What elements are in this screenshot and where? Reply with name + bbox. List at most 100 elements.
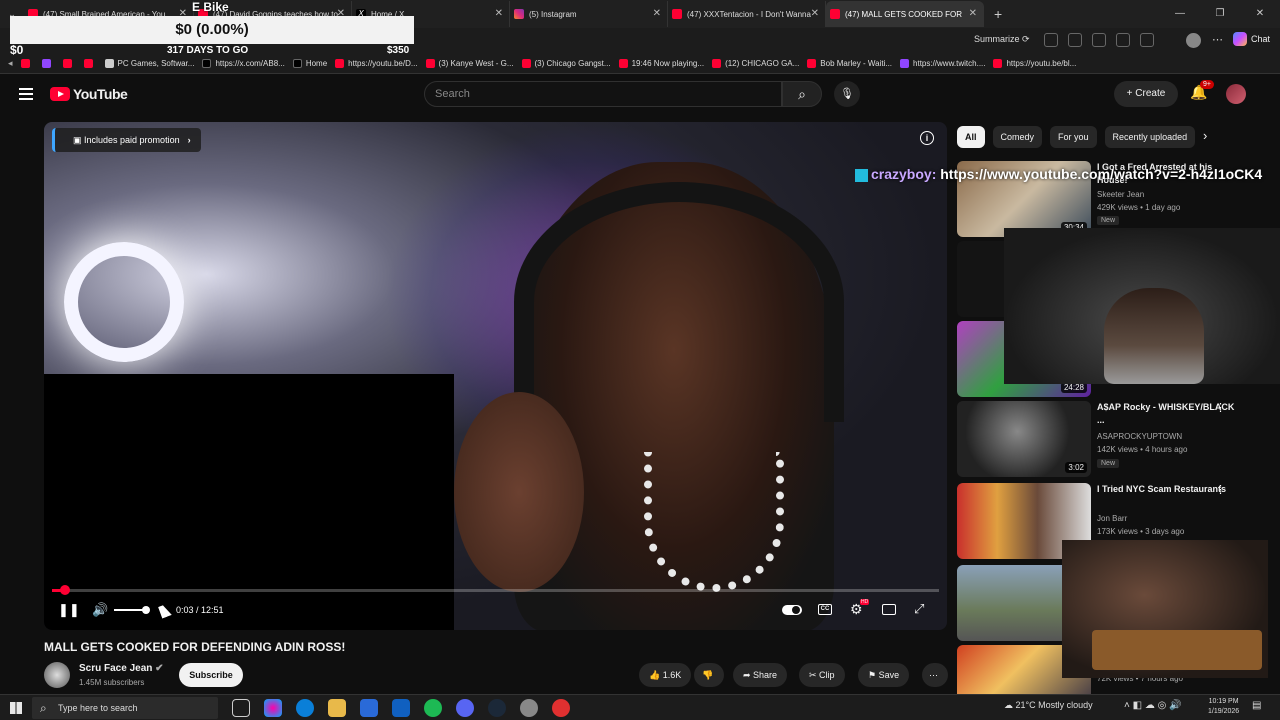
browser-tab[interactable]: (47) XXXTentacion - I Don't Wanna ✕ bbox=[668, 1, 826, 27]
favorite-icon[interactable] bbox=[1068, 33, 1082, 47]
bookmark[interactable]: 19:46 Now playing... bbox=[618, 59, 704, 68]
video-player[interactable]: ▣ Includes paid promotion › i ❚❚ 🔊 0:03 /… bbox=[44, 122, 947, 630]
chat-button[interactable]: Chat bbox=[1233, 32, 1270, 46]
bookmark[interactable] bbox=[83, 59, 97, 68]
volume-icon[interactable]: 🔊 bbox=[92, 602, 108, 618]
new-tab-icon[interactable]: + bbox=[994, 6, 1002, 22]
bookmark[interactable] bbox=[41, 59, 55, 68]
bookmark[interactable]: (12) CHICAGO GA... bbox=[712, 59, 799, 68]
clip-button[interactable]: ✂ Clip bbox=[799, 663, 845, 687]
chip-for-you[interactable]: For you bbox=[1050, 126, 1097, 148]
autoplay-toggle[interactable] bbox=[782, 605, 802, 615]
bookmark[interactable] bbox=[20, 59, 34, 68]
theater-mode-icon[interactable] bbox=[882, 604, 896, 615]
minimize-icon[interactable]: — bbox=[1160, 0, 1200, 28]
more-options-icon[interactable]: ⋮ bbox=[1215, 401, 1226, 414]
extensions-icon[interactable] bbox=[1092, 33, 1106, 47]
recommendation-channel[interactable]: ASAPROCKYUPTOWN bbox=[1097, 432, 1182, 441]
bookmark[interactable]: https://youtu.be/D... bbox=[335, 59, 418, 68]
account-avatar[interactable] bbox=[1226, 84, 1246, 104]
edge-icon[interactable] bbox=[296, 699, 314, 717]
create-button[interactable]: + Create bbox=[1114, 81, 1178, 107]
collections-icon[interactable] bbox=[1116, 33, 1130, 47]
promotion-icon: ▣ bbox=[73, 135, 85, 145]
bookmark[interactable]: (3) Kanye West - G... bbox=[425, 59, 514, 68]
video-thumbnail[interactable]: 3:02 bbox=[957, 401, 1091, 477]
close-window-icon[interactable]: ✕ bbox=[1240, 0, 1280, 28]
store-icon[interactable] bbox=[360, 699, 378, 717]
chip-recently-uploaded[interactable]: Recently uploaded bbox=[1104, 126, 1196, 148]
like-button[interactable]: 👍 1.6K bbox=[639, 663, 692, 687]
bookmark[interactable]: PC Games, Softwar... bbox=[104, 59, 194, 68]
save-button[interactable]: ⚑ Save bbox=[858, 663, 910, 687]
bookmark[interactable]: https://www.twitch.... bbox=[900, 59, 985, 68]
bookmarks-icon[interactable] bbox=[1140, 33, 1154, 47]
paid-promotion-badge[interactable]: ▣ Includes paid promotion › bbox=[52, 128, 201, 152]
summarize-button[interactable]: Summarize ⟳ bbox=[974, 34, 1030, 45]
copilot-icon bbox=[1233, 32, 1247, 46]
search-button[interactable]: ⌕ bbox=[782, 81, 822, 107]
profile-avatar[interactable] bbox=[1186, 33, 1201, 48]
youtube-icon bbox=[83, 59, 93, 68]
youtube-logo[interactable]: YouTube bbox=[50, 86, 128, 102]
close-icon[interactable]: ✕ bbox=[969, 8, 977, 19]
info-icon[interactable]: i bbox=[920, 131, 934, 145]
spotify-icon[interactable] bbox=[424, 699, 442, 717]
task-view-icon[interactable] bbox=[232, 699, 250, 717]
bookmark[interactable]: https://x.com/AB8... bbox=[202, 59, 285, 68]
file-explorer-icon[interactable] bbox=[328, 699, 346, 717]
recommendation-channel[interactable]: Skeeter Jean bbox=[1097, 190, 1144, 199]
steam-icon[interactable] bbox=[488, 699, 506, 717]
webcam-person bbox=[1104, 288, 1204, 384]
apps-icon[interactable]: ◂ bbox=[8, 58, 13, 69]
more-actions-icon[interactable]: ⋯ bbox=[922, 663, 948, 687]
pause-icon[interactable]: ❚❚ bbox=[58, 602, 80, 618]
browser-tab[interactable]: (5) Instagram ✕ bbox=[510, 1, 668, 27]
close-icon[interactable]: ✕ bbox=[653, 8, 661, 19]
windows-start-icon[interactable] bbox=[10, 702, 22, 714]
obs-icon[interactable] bbox=[552, 699, 570, 717]
bookmark[interactable]: https://youtu.be/bl... bbox=[993, 59, 1076, 68]
app-icon[interactable] bbox=[520, 699, 538, 717]
toolbar-icons bbox=[1044, 33, 1154, 47]
subscribe-button[interactable]: Subscribe bbox=[179, 663, 243, 687]
dislike-button[interactable]: 👎 bbox=[694, 663, 724, 687]
more-options-icon[interactable]: ⋮ bbox=[1215, 483, 1226, 496]
channel-name[interactable]: Scru Face Jean ✔ bbox=[79, 663, 164, 674]
bookmark[interactable]: Home bbox=[292, 59, 327, 68]
bookmark[interactable]: Bob Marley - Waiti... bbox=[807, 59, 892, 68]
discord-icon[interactable] bbox=[456, 699, 474, 717]
donation-goal-overlay: $0 (0.00%) bbox=[10, 16, 414, 44]
recommendation-channel[interactable]: Jon Barr bbox=[1097, 514, 1127, 523]
close-icon[interactable]: ✕ bbox=[495, 8, 503, 19]
fullscreen-icon[interactable]: ⤢ bbox=[914, 601, 924, 617]
weather-widget[interactable]: ☁ 21°C Mostly cloudy bbox=[1004, 700, 1093, 711]
copilot-icon[interactable] bbox=[264, 699, 282, 717]
filter-chips: All Comedy For you Recently uploaded bbox=[957, 126, 1196, 148]
verified-icon: ✔ bbox=[155, 663, 164, 674]
outlook-icon[interactable] bbox=[392, 699, 410, 717]
chevron-right-icon[interactable]: › bbox=[1203, 128, 1207, 143]
bookmark[interactable] bbox=[62, 59, 76, 68]
browser-tab-active[interactable]: (47) MALL GETS COOKED FOR ✕ bbox=[826, 1, 984, 27]
more-icon[interactable]: ⋯ bbox=[1212, 33, 1223, 46]
search-input[interactable]: Search bbox=[424, 81, 782, 107]
subtitles-icon[interactable]: CC bbox=[818, 604, 832, 615]
bookmark[interactable]: (3) Chicago Gangst... bbox=[521, 59, 611, 68]
chip-comedy[interactable]: Comedy bbox=[992, 126, 1043, 148]
menu-icon[interactable] bbox=[19, 88, 33, 100]
volume-slider[interactable] bbox=[114, 606, 150, 614]
notification-center-icon[interactable]: ▤ bbox=[1252, 700, 1261, 711]
taskbar-search-input[interactable]: Type here to search bbox=[32, 697, 218, 719]
voice-search-button[interactable]: 🎙 bbox=[834, 81, 860, 107]
maximize-icon[interactable]: ❐ bbox=[1200, 0, 1240, 28]
progress-bar[interactable] bbox=[52, 585, 939, 595]
channel-avatar[interactable] bbox=[44, 662, 70, 688]
split-screen-icon[interactable] bbox=[1044, 33, 1058, 47]
close-icon[interactable]: ✕ bbox=[811, 8, 819, 19]
chip-all[interactable]: All bbox=[957, 126, 985, 148]
system-tray-icons[interactable]: ˄ ◧ ☁ ◎ 🔊 bbox=[1124, 700, 1182, 711]
recommendation-item[interactable]: 3:02 A$AP Rocky - WHISKEY/BLACK ... ASAP… bbox=[957, 401, 1267, 477]
share-button[interactable]: ➦ Share bbox=[733, 663, 788, 687]
taskbar-clock[interactable]: 10:19 PM 1/19/2026 bbox=[1208, 697, 1239, 717]
